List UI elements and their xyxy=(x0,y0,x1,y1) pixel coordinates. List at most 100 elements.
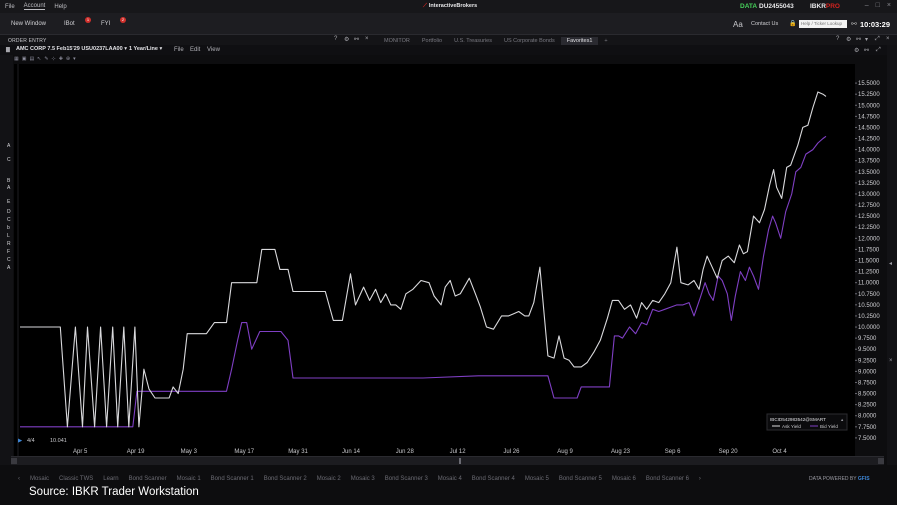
settings-icon[interactable]: ⚙ xyxy=(854,47,859,54)
y-axis-area[interactable]: 7.5000 7.7500 8.0000 8.2500 8.5000 8.7500 9.00… xyxy=(855,64,887,457)
tab-mosaic[interactable]: Mosaic xyxy=(25,476,54,482)
expand-right-icon[interactable]: ◂ xyxy=(889,261,892,267)
y-tick-label: 10.5000 xyxy=(858,303,880,309)
workspace-tabs: ‹ Mosaic Classic TWS Learn Bond Scanner … xyxy=(0,474,897,484)
expand-icon[interactable]: ⤢ xyxy=(876,47,881,54)
tab-bond-scanner-1[interactable]: Bond Scanner 1 xyxy=(206,476,259,482)
close-icon[interactable]: × xyxy=(365,36,369,42)
y-tick-label: 10.0000 xyxy=(858,325,880,331)
tab-us-treasuries[interactable]: U.S. Treasuries xyxy=(448,37,498,45)
close-icon[interactable]: × xyxy=(889,358,893,364)
left-letter: D xyxy=(7,209,11,215)
chart-menu-edit[interactable]: Edit xyxy=(190,47,200,53)
menu-account[interactable]: Account xyxy=(23,3,46,10)
link-icon[interactable]: ⚯ xyxy=(864,47,869,54)
menu-help[interactable]: Help xyxy=(54,4,66,10)
period-selector[interactable]: 1 Year/Line ▾ xyxy=(129,46,162,52)
tab-classic-tws[interactable]: Classic TWS xyxy=(54,476,98,482)
y-tick-label: 8.7500 xyxy=(858,380,877,386)
link-icon[interactable]: ⚯ xyxy=(851,20,857,28)
x-tick-label: Oct 4 xyxy=(772,449,787,455)
tab-mosaic-3[interactable]: Mosaic 3 xyxy=(346,476,380,482)
fyi-badge: 2 xyxy=(120,17,126,23)
tab-bond-scanner-3[interactable]: Bond Scanner 3 xyxy=(380,476,433,482)
lock-icon[interactable]: 🔒 xyxy=(789,20,796,27)
minimize-icon[interactable]: – xyxy=(865,2,869,9)
scroll-left-icon[interactable] xyxy=(11,458,17,464)
tab-mosaic-5[interactable]: Mosaic 5 xyxy=(520,476,554,482)
tab-mosaic-4[interactable]: Mosaic 4 xyxy=(433,476,467,482)
x-tick-label: Sep 20 xyxy=(719,449,739,455)
restore-icon[interactable]: □ xyxy=(876,2,880,9)
chart-scrollbar[interactable] xyxy=(11,456,884,465)
instrument-selector[interactable]: AMC CORP 7.5 Feb15'29 USU0237LAA00 ▾ xyxy=(16,46,127,52)
chart-menu-file[interactable]: File xyxy=(174,47,184,53)
help-icon[interactable]: ? xyxy=(334,36,337,42)
left-letter: A xyxy=(7,143,11,149)
scroll-tabs-right-icon[interactable]: › xyxy=(694,476,706,482)
chart-menu-view[interactable]: View xyxy=(207,47,220,53)
close-icon[interactable]: × xyxy=(887,2,891,9)
menu-file[interactable]: File xyxy=(5,4,15,10)
chart-drawing-tools[interactable]: ▦▣▤↖✎⊹✚⊕▾ xyxy=(14,56,79,62)
left-letter: b xyxy=(7,225,10,231)
close-icon[interactable]: × xyxy=(886,36,890,42)
scroll-tabs-left-icon[interactable]: ‹ xyxy=(13,476,25,482)
help-icon[interactable]: ? xyxy=(836,36,839,42)
y-tick-label: 8.2500 xyxy=(858,403,877,409)
tab-bond-scanner[interactable]: Bond Scanner xyxy=(124,476,172,482)
tab-mosaic-1[interactable]: Mosaic 1 xyxy=(172,476,206,482)
fyi-button[interactable]: FYI 2 xyxy=(101,17,126,31)
data-indicator: DATA xyxy=(740,3,758,10)
tab-portfolio[interactable]: Portfolio xyxy=(416,37,448,45)
tab-favorites1[interactable]: Favorites1 xyxy=(560,37,599,45)
tab-learn[interactable]: Learn xyxy=(98,476,123,482)
tab-bond-scanner-4[interactable]: Bond Scanner 4 xyxy=(467,476,520,482)
y-tick-label: 9.0000 xyxy=(858,369,877,375)
y-tick-label: 7.7500 xyxy=(858,425,877,431)
scroll-right-icon[interactable] xyxy=(878,458,884,464)
ticker-lookup-input[interactable] xyxy=(799,20,847,28)
x-tick-label: Sep 6 xyxy=(665,449,681,455)
left-letter: R xyxy=(7,241,11,247)
add-tab-button[interactable]: + xyxy=(598,37,613,45)
contact-us-link[interactable]: Contact Us xyxy=(751,21,778,27)
expand-icon[interactable]: ⤢ xyxy=(875,36,880,43)
account-id[interactable]: DU2455043 xyxy=(759,3,794,10)
ibot-button[interactable]: IBot 1 xyxy=(64,17,91,31)
y-tick-label: 11.5000 xyxy=(858,259,880,265)
new-window-button[interactable]: New Window xyxy=(11,18,46,31)
y-tick-label: 13.0000 xyxy=(858,192,880,198)
y-tick-label: 11.2500 xyxy=(858,270,880,276)
chevron-down-icon[interactable]: ▾ xyxy=(865,36,868,43)
tab-monitor[interactable]: MONITOR xyxy=(378,37,416,45)
link-icon[interactable]: ⚯ xyxy=(856,36,861,43)
y-tick-label: 14.7500 xyxy=(858,114,880,120)
fyi-label: FYI xyxy=(101,21,111,27)
panel-header: ORDER ENTRY ? ⚙ ⚯ × MONITOR Portfolio U.… xyxy=(0,35,897,45)
tab-mosaic-6[interactable]: Mosaic 6 xyxy=(607,476,641,482)
tab-mosaic-2[interactable]: Mosaic 2 xyxy=(312,476,346,482)
link-icon[interactable]: ⚯ xyxy=(354,36,359,43)
y-tick-label: 14.0000 xyxy=(858,148,880,154)
order-entry-title[interactable]: ORDER ENTRY xyxy=(8,38,47,44)
y-tick-label: 15.5000 xyxy=(858,81,880,87)
right-collapsed-strip[interactable]: ◂ × xyxy=(887,45,897,465)
ibot-label: IBot xyxy=(64,21,75,27)
legend-bid-label: Bid Yield xyxy=(820,424,838,429)
font-size-button[interactable]: Aa xyxy=(733,20,743,29)
y-tick-label: 13.2500 xyxy=(858,181,880,187)
y-tick-label: 13.5000 xyxy=(858,170,880,176)
tab-bond-scanner-5[interactable]: Bond Scanner 5 xyxy=(554,476,607,482)
x-tick-label: Apr 19 xyxy=(127,449,145,455)
scroll-thumb-handle[interactable] xyxy=(459,458,461,464)
chart-legend[interactable]: IBCID542983542@SMART ▴ Ask Yield Bid Yie… xyxy=(766,413,848,431)
settings-icon[interactable]: ⚙ xyxy=(846,36,851,43)
tab-bond-scanner-2[interactable]: Bond Scanner 2 xyxy=(259,476,312,482)
tab-us-corporate-bonds[interactable]: US Corporate Bonds xyxy=(498,37,561,45)
yield-chart[interactable]: Apr 5 Apr 19 May 3 May 17 May 31 Jun 14 Jun 28… xyxy=(14,64,855,457)
tab-bond-scanner-6[interactable]: Bond Scanner 6 xyxy=(641,476,694,482)
settings-icon[interactable]: ⚙ xyxy=(344,36,349,43)
instrument-label: IBCID542983542@SMART xyxy=(770,417,826,422)
x-tick-label: May 17 xyxy=(234,449,254,455)
